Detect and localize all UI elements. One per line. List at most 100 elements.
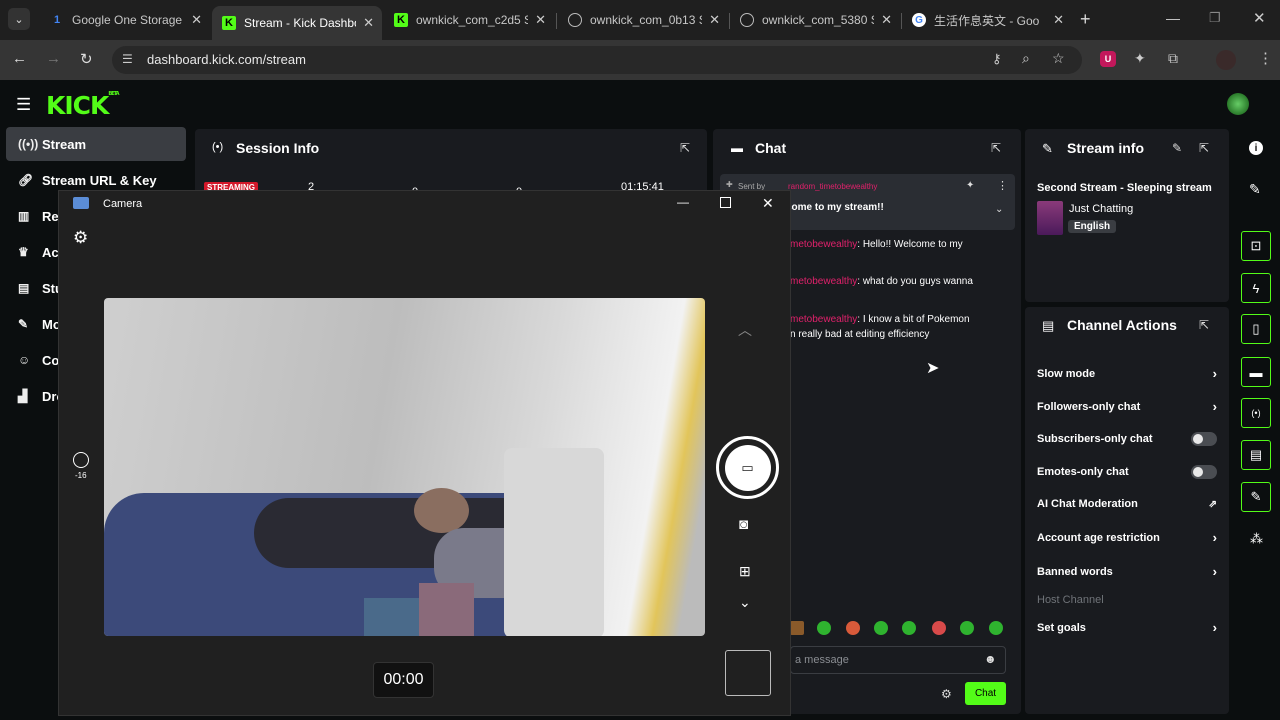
key-icon[interactable]: ⚷	[992, 51, 1002, 67]
site-info-icon[interactable]: ☰	[122, 52, 133, 66]
stream-info-title: Stream info	[1067, 140, 1145, 156]
emote-icon[interactable]	[902, 621, 916, 635]
rail-button-lightning[interactable]: ϟ	[1241, 273, 1271, 303]
sidebar-item-stream[interactable]: ((•)) Stream	[6, 127, 186, 161]
add-widget-icon[interactable]: ⁂	[1250, 531, 1263, 547]
slow-mode-row[interactable]: Slow mode ›	[1037, 366, 1217, 381]
rail-button-wrench[interactable]: ✎	[1241, 482, 1271, 512]
close-tab-icon[interactable]: ✕	[191, 12, 202, 28]
session-info-title: Session Info	[236, 140, 320, 156]
send-chat-button[interactable]: Chat	[965, 682, 1006, 705]
close-window-icon[interactable]: ✕	[1253, 9, 1266, 27]
popout-icon[interactable]: ⇱	[1199, 318, 1209, 332]
banned-words-row[interactable]: Banned words ›	[1037, 564, 1217, 579]
edit-icon[interactable]: ✎	[1172, 141, 1182, 155]
popout-icon[interactable]: ⇱	[1199, 141, 1209, 155]
video-camera-icon: ▭	[724, 444, 771, 491]
forward-icon[interactable]: →	[46, 50, 61, 67]
tab-google-one[interactable]: 1 Google One Storage ✕	[40, 6, 210, 34]
tab-google-search[interactable]: G 生活作息英文 - Goo ✕	[902, 6, 1072, 34]
browser-menu-icon[interactable]: ⋮	[1258, 49, 1273, 67]
chevron-down-icon[interactable]: ⌄	[739, 594, 751, 611]
rail-button-chat[interactable]: ▬	[1241, 357, 1271, 387]
popout-icon[interactable]: ⇱	[991, 141, 1001, 155]
info-icon[interactable]: i	[1249, 141, 1263, 155]
close-tab-icon[interactable]: ✕	[709, 12, 720, 28]
photo-mode-icon[interactable]: ◙	[739, 516, 748, 533]
rail-button-notes[interactable]: ▯	[1241, 314, 1271, 344]
back-icon[interactable]: ←	[12, 50, 27, 67]
chat-message: metobewealthy: I know a bit of Pokemon n …	[790, 314, 970, 340]
reload-icon[interactable]: ↻	[80, 50, 93, 68]
chevron-right-icon: ›	[1212, 620, 1217, 635]
chevron-right-icon: ›	[1212, 530, 1217, 545]
wrench-icon: ✎	[1042, 141, 1053, 156]
close-tab-icon[interactable]: ✕	[535, 12, 546, 28]
zoom-icon[interactable]: ⌕	[1022, 50, 1030, 67]
user-avatar[interactable]	[1227, 93, 1249, 115]
last-capture-thumbnail[interactable]	[725, 650, 771, 696]
host-channel-label: Host Channel	[1037, 594, 1104, 606]
subscribers-only-toggle[interactable]	[1191, 432, 1217, 446]
camera-window-title: Camera	[103, 198, 143, 210]
close-tab-icon[interactable]: ✕	[1053, 12, 1064, 28]
emotes-only-toggle[interactable]	[1191, 465, 1217, 479]
tab-ownkick-0b13[interactable]: ownkick_com_0b13 S ✕	[558, 6, 728, 34]
rail-button-screenshot[interactable]: ⊡	[1241, 231, 1271, 261]
close-window-icon[interactable]: ✕	[762, 195, 774, 212]
followers-only-row[interactable]: Followers-only chat ›	[1037, 399, 1217, 414]
chevron-down-icon[interactable]: ⌄	[995, 204, 1003, 215]
chat-settings-icon[interactable]: ⚙	[941, 687, 952, 701]
address-bar[interactable]: ☰ dashboard.kick.com/stream ⚷ ⌕ ☆	[112, 46, 1082, 74]
bookmark-star-icon[interactable]: ☆	[1052, 50, 1065, 67]
restore-window-icon[interactable]: ❐	[1209, 10, 1221, 26]
emote-icon[interactable]	[846, 621, 860, 635]
account-age-row[interactable]: Account age restriction ›	[1037, 530, 1217, 545]
tab-kick-dashboard[interactable]: K Stream - Kick Dashbo ✕	[212, 6, 382, 40]
close-tab-icon[interactable]: ✕	[363, 15, 374, 31]
minimize-window-icon[interactable]: —	[677, 195, 689, 209]
hamburger-menu-icon[interactable]: ☰	[16, 95, 31, 115]
emote-icon[interactable]	[874, 621, 888, 635]
emoji-icon[interactable]: ☻	[984, 652, 997, 666]
external-link-icon: ⇗	[1208, 498, 1217, 510]
emote-icon[interactable]	[989, 621, 1003, 635]
emote-icon[interactable]	[960, 621, 974, 635]
browser-tab-strip: ⌄ 1 Google One Storage ✕ K Stream - Kick…	[0, 0, 1280, 40]
new-tab-button[interactable]: +	[1080, 9, 1091, 30]
extensions-puzzle-icon[interactable]: ⧉	[1168, 50, 1178, 67]
camera-settings-icon[interactable]: ⚙	[73, 228, 88, 248]
qr-code-icon[interactable]: ⊞	[739, 563, 751, 580]
subscribers-only-row: Subscribers-only chat	[1037, 432, 1217, 446]
chevron-up-icon[interactable]: ︿	[738, 320, 752, 340]
channel-actions-title: Channel Actions	[1067, 317, 1177, 333]
profile-avatar[interactable]	[1216, 50, 1236, 70]
extension-icon[interactable]: ✦	[1134, 50, 1146, 67]
set-goals-row[interactable]: Set goals ›	[1037, 620, 1217, 635]
minimize-window-icon[interactable]: —	[1166, 10, 1180, 26]
unpin-icon[interactable]: ✦	[966, 180, 974, 191]
maximize-window-icon[interactable]	[720, 197, 731, 208]
kick-logo[interactable]: KICKBETA	[46, 91, 120, 120]
emote-icon[interactable]	[817, 621, 831, 635]
extension-u-icon[interactable]: U	[1100, 51, 1116, 67]
edit-layout-icon[interactable]: ✎	[1249, 181, 1261, 198]
exposure-icon[interactable]	[73, 452, 89, 468]
rail-button-broadcast[interactable]: (•)	[1241, 398, 1271, 428]
tab-search-button[interactable]: ⌄	[8, 8, 30, 30]
record-video-button[interactable]: ▭	[716, 436, 779, 499]
chat-bubble-icon: ▬	[731, 141, 743, 155]
close-tab-icon[interactable]: ✕	[881, 12, 892, 28]
popout-icon[interactable]: ⇱	[680, 141, 690, 155]
chat-title: Chat	[755, 140, 787, 156]
rail-button-layers[interactable]: ▤	[1241, 440, 1271, 470]
tab-ownkick-5380[interactable]: ownkick_com_5380 S ✕	[730, 6, 900, 34]
ai-chat-moderation-row[interactable]: AI Chat Moderation ⇗	[1037, 498, 1217, 510]
more-icon[interactable]: ⋮	[997, 179, 1008, 192]
emote-icon[interactable]	[790, 621, 804, 635]
emote-icon[interactable]	[932, 621, 946, 635]
tab-ownkick-c2d5[interactable]: K ownkick_com_c2d5 S ✕	[384, 6, 554, 34]
category-name[interactable]: Just Chatting	[1069, 203, 1133, 215]
chat-input[interactable]: a message ☻	[790, 646, 1006, 674]
exposure-value: -16	[75, 471, 87, 480]
